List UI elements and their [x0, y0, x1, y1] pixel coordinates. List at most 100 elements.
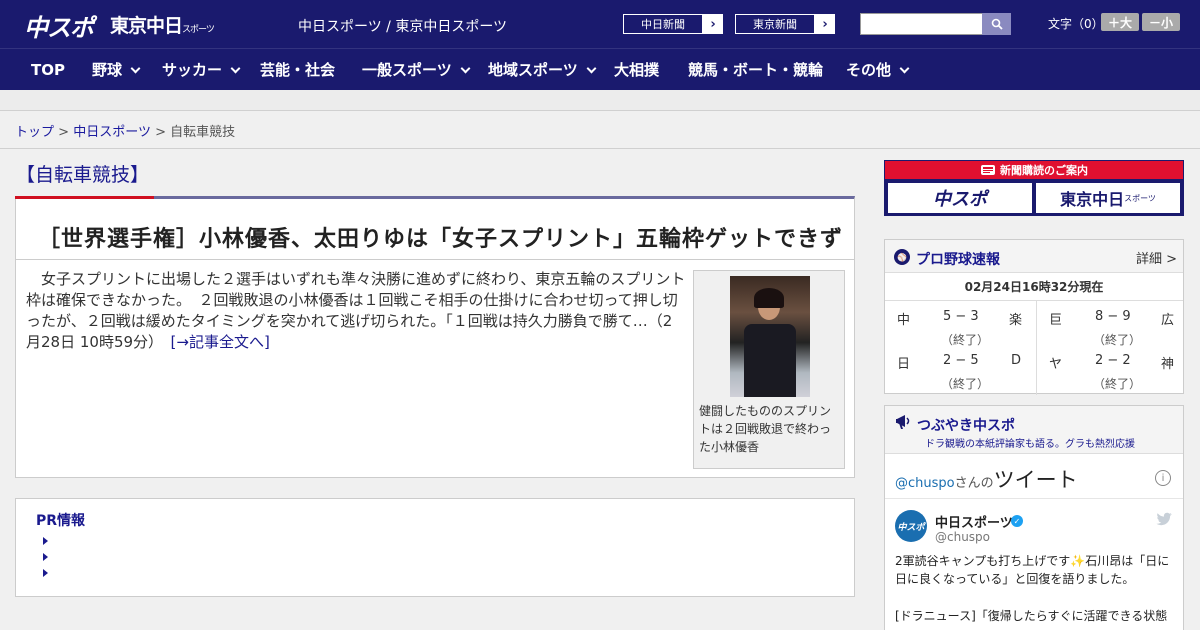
article-summary-text: 女子スプリントに出場した２選手はいずれも準々決勝に進めずに終わり、東京五輪のスプ…: [26, 270, 686, 351]
article-photo-box: 健闘したもののスプリントは２回戦敗退で終わった小林優香: [693, 270, 845, 469]
article-card: ［世界選手権］小林優香、太田りゆは「女子スプリント」五輪枠ゲットできず 女子スプ…: [15, 196, 855, 478]
nav-label: TOP: [31, 61, 65, 79]
game-status: （終了）: [1093, 333, 1142, 347]
team-away: D: [1011, 353, 1022, 368]
search-button[interactable]: [982, 13, 1011, 35]
subscribe-tokyo-small: スポーツ: [1124, 193, 1156, 203]
nav-label: その他: [846, 61, 892, 79]
article-summary: 女子スプリントに出場した２選手はいずれも準々決勝に進めずに終わり、東京五輪のスプ…: [26, 269, 686, 353]
breadcrumb-top[interactable]: トップ: [15, 125, 54, 140]
team-away: 広: [1161, 313, 1175, 328]
breadcrumb-sep: >: [155, 125, 166, 140]
twitter-widget-subtitle[interactable]: ドラ観戦の本紙評論家も語る。グラも熱烈応援: [925, 435, 1135, 450]
tokyo-logo-text: 東京中日: [110, 15, 183, 37]
team-home: 巨: [1049, 313, 1063, 328]
breadcrumb-chunichi-sports[interactable]: 中日スポーツ: [73, 125, 151, 140]
breadcrumb-sep: >: [58, 125, 70, 140]
nav-label: 大相撲: [614, 61, 660, 79]
twitter-widget: つぶやき中スポ ドラ観戦の本紙評論家も語る。グラも熱烈応援 @chuspoさんの…: [884, 405, 1184, 630]
tweets-by-line: @chuspoさんのツイート: [895, 464, 1078, 494]
tweets-word: ツイート: [993, 468, 1078, 492]
tokyo-shimbun-link[interactable]: 東京新聞 ›: [734, 13, 836, 35]
nav-label: 地域スポーツ: [488, 61, 578, 79]
subscribe-tokyo-text: 東京中日: [1060, 190, 1125, 209]
chevron-down-icon: [130, 63, 141, 74]
baseball-score-grid[interactable]: 中 5 − 3 楽 （終了） 巨 8 − 9 広 （終了） 日 2 − 5 D …: [885, 300, 1183, 395]
breadcrumb-divider: [0, 148, 1200, 149]
pr-section: PR情報: [15, 498, 855, 597]
twitter-widget-header: つぶやき中スポ ドラ観戦の本紙評論家も語る。グラも熱烈応援: [885, 406, 1183, 454]
subscription-banner-title: 新聞購読のご案内: [885, 161, 1183, 179]
search-icon: [991, 18, 1003, 30]
nav-label: サッカー: [162, 61, 223, 79]
nav-entertainment[interactable]: 芸能・社会: [260, 49, 335, 91]
baseball-updated-time: 02月24日16時32分現在: [964, 280, 1104, 294]
score-divider: [1036, 301, 1037, 395]
triangle-right-icon: [43, 569, 48, 577]
chevron-right-icon: ›: [710, 16, 716, 32]
game-score: 2 − 2: [1095, 353, 1131, 368]
chevron-down-icon: [586, 63, 597, 74]
main-nav: TOP 野球 サッカー 芸能・社会 一般スポーツ 地域スポーツ 大相撲 競馬・ボ…: [0, 48, 1200, 90]
team-home: 日: [897, 357, 911, 372]
subscription-banner[interactable]: 新聞購読のご案内 中スポ 東京中日 スポーツ: [884, 160, 1184, 216]
info-icon[interactable]: i: [1155, 470, 1171, 486]
font-smaller-button[interactable]: －小: [1142, 13, 1180, 31]
article-photo[interactable]: [730, 276, 810, 397]
nav-baseball[interactable]: 野球: [92, 49, 141, 91]
baseball-detail-link[interactable]: 詳細 >: [1136, 248, 1177, 267]
tweet-text: 2軍読谷キャンプも打ち上げです✨石川昂は「日に日に良くなっている」と回復を語りま…: [895, 554, 1170, 586]
twitter-handle-link[interactable]: @chuspo: [895, 476, 955, 491]
subscription-banner-text: 新聞購読のご案内: [1000, 164, 1088, 177]
nav-general-sports[interactable]: 一般スポーツ: [362, 49, 471, 91]
nav-label: 芸能・社会: [260, 61, 336, 79]
baseball-scores-widget: ⚾ プロ野球速報 詳細 > 02月24日16時32分現在 中 5 − 3 楽 （…: [884, 239, 1184, 395]
site-header: 中スポ 東京中日スポーツ 中日スポーツ / 東京中日スポーツ 中日新聞 › 東京…: [0, 0, 1200, 48]
breadcrumb: トップ > 中日スポーツ > 自転車競技: [15, 121, 235, 140]
read-more-link[interactable]: [→記事全文へ]: [171, 333, 270, 351]
subscribe-chuspo-logo[interactable]: 中スポ: [888, 183, 1032, 213]
photo-figure-body: [744, 324, 796, 397]
tweets-by-suffix: さんの: [954, 476, 994, 491]
search-input[interactable]: [860, 13, 984, 35]
ext-link-label: 中日新聞: [623, 14, 703, 34]
game-score: 5 − 3: [943, 309, 979, 324]
nav-other[interactable]: その他: [846, 49, 910, 91]
subscribe-tokyo-chunichi-logo[interactable]: 東京中日 スポーツ: [1036, 183, 1180, 213]
nav-label: 競馬・ボート・競輪: [688, 61, 824, 79]
nav-top[interactable]: TOP: [31, 49, 65, 91]
tokyo-logo-small: スポーツ: [182, 25, 215, 35]
photo-caption: 健闘したもののスプリントは２回戦敗退で終わった小林優香: [699, 404, 832, 454]
font-bigger-button[interactable]: ＋大: [1101, 13, 1139, 31]
chunichi-shimbun-link[interactable]: 中日新聞 ›: [622, 13, 724, 35]
pr-title: PR情報: [36, 513, 86, 529]
chuspo-logo[interactable]: 中スポ: [24, 8, 94, 43]
triangle-right-icon: [43, 537, 48, 545]
sub-nav-bar: [0, 90, 1200, 111]
tweet-author-name[interactable]: 中日スポーツ: [935, 512, 1013, 531]
game-score: 2 − 5: [943, 353, 979, 368]
nav-soccer[interactable]: サッカー: [162, 49, 241, 91]
twitter-bird-icon[interactable]: [1156, 512, 1172, 526]
avatar[interactable]: 中スポ: [895, 510, 927, 542]
megaphone-icon: [896, 415, 910, 429]
header-site-names: 中日スポーツ / 東京中日スポーツ: [298, 19, 508, 35]
game-score: 8 − 9: [1095, 309, 1131, 324]
baseball-widget-header: ⚾ プロ野球速報 詳細 >: [885, 240, 1183, 273]
nav-racing[interactable]: 競馬・ボート・競輪: [688, 49, 823, 91]
team-away: 神: [1161, 357, 1175, 372]
verified-icon: ✓: [1011, 515, 1023, 527]
tokyo-chunichi-logo[interactable]: 東京中日スポーツ: [110, 11, 215, 38]
game-status: （終了）: [1093, 377, 1142, 391]
nav-sumo[interactable]: 大相撲: [614, 49, 659, 91]
tweet-author-handle[interactable]: @chuspo: [935, 530, 990, 544]
article-divider: [16, 259, 854, 260]
nav-label: 野球: [92, 61, 123, 79]
chevron-right-icon: ›: [822, 16, 828, 32]
game-status: （終了）: [941, 377, 990, 391]
baseball-icon: ⚾: [894, 249, 910, 265]
article-title[interactable]: ［世界選手権］小林優香、太田りゆは「女子スプリント」五輪枠ゲットできず: [38, 221, 843, 253]
nav-local-sports[interactable]: 地域スポーツ: [488, 49, 597, 91]
font-size-label: 文字（0）: [1048, 17, 1104, 31]
triangle-right-icon: [43, 553, 48, 561]
